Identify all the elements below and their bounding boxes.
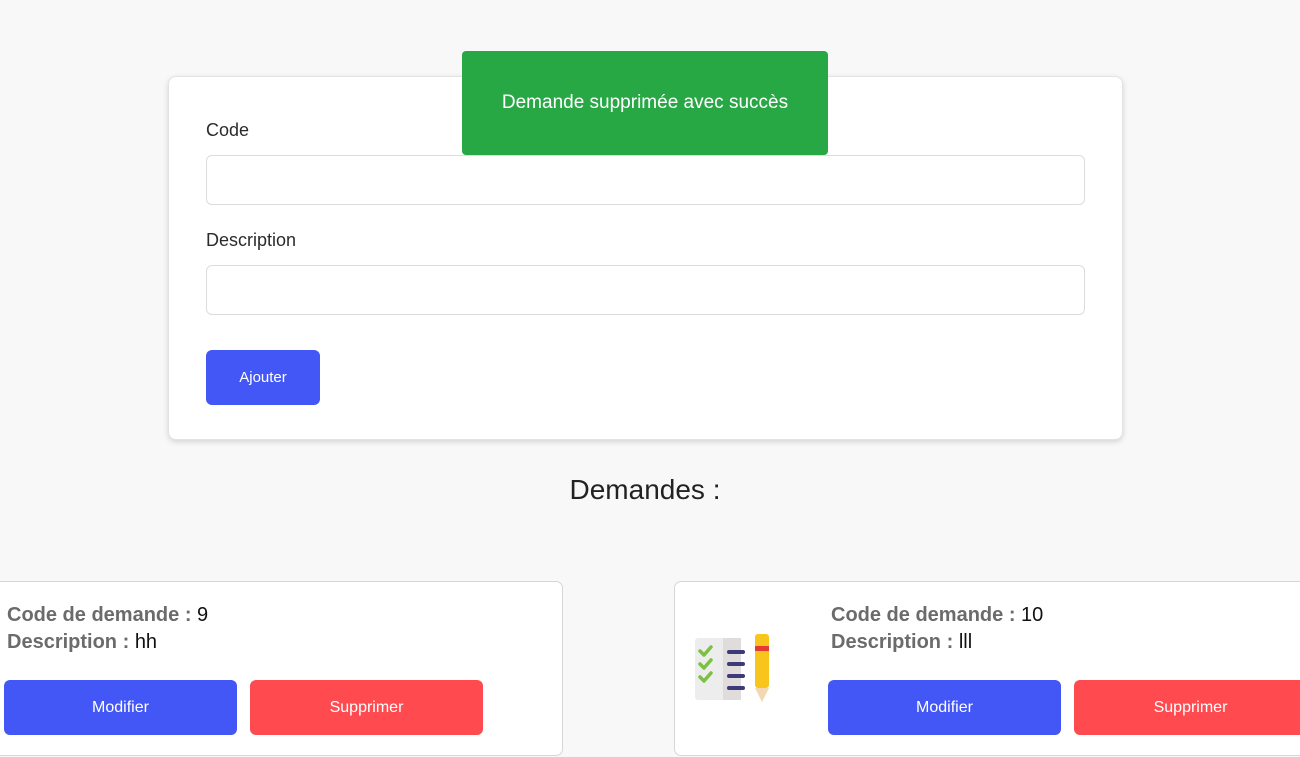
description-prefix: Description : bbox=[831, 631, 954, 653]
description-input[interactable] bbox=[206, 265, 1085, 315]
checklist-document-icon bbox=[695, 634, 769, 702]
delete-button[interactable]: Supprimer bbox=[250, 680, 483, 735]
description-line: Description : hh bbox=[7, 631, 157, 654]
code-value: 9 bbox=[197, 604, 209, 626]
description-line: Description : lll bbox=[831, 631, 972, 654]
code-line: Code de demande : 10 bbox=[831, 604, 1043, 627]
success-toast: Demande supprimée avec succès bbox=[462, 51, 828, 155]
demande-card: Code de demande : 10 Description : lll M… bbox=[674, 581, 1300, 756]
description-prefix: Description : bbox=[7, 631, 130, 653]
add-button[interactable]: Ajouter bbox=[206, 350, 320, 405]
section-title: Demandes : bbox=[569, 474, 721, 505]
code-prefix: Code de demande : bbox=[831, 604, 1016, 626]
edit-button[interactable]: Modifier bbox=[828, 680, 1061, 735]
code-input[interactable] bbox=[206, 155, 1085, 205]
code-value: 10 bbox=[1021, 604, 1044, 626]
description-label: Description bbox=[206, 230, 297, 250]
code-label: Code bbox=[206, 120, 250, 140]
edit-button[interactable]: Modifier bbox=[4, 680, 237, 735]
toast-message: Demande supprimée avec succès bbox=[501, 92, 789, 113]
code-line: Code de demande : 9 bbox=[7, 604, 208, 627]
delete-button[interactable]: Supprimer bbox=[1074, 680, 1300, 735]
description-value: hh bbox=[134, 631, 158, 653]
description-value: lll bbox=[958, 631, 973, 653]
code-prefix: Code de demande : bbox=[7, 604, 192, 626]
demande-card: Code de demande : 9 Description : hh Mod… bbox=[0, 581, 563, 756]
